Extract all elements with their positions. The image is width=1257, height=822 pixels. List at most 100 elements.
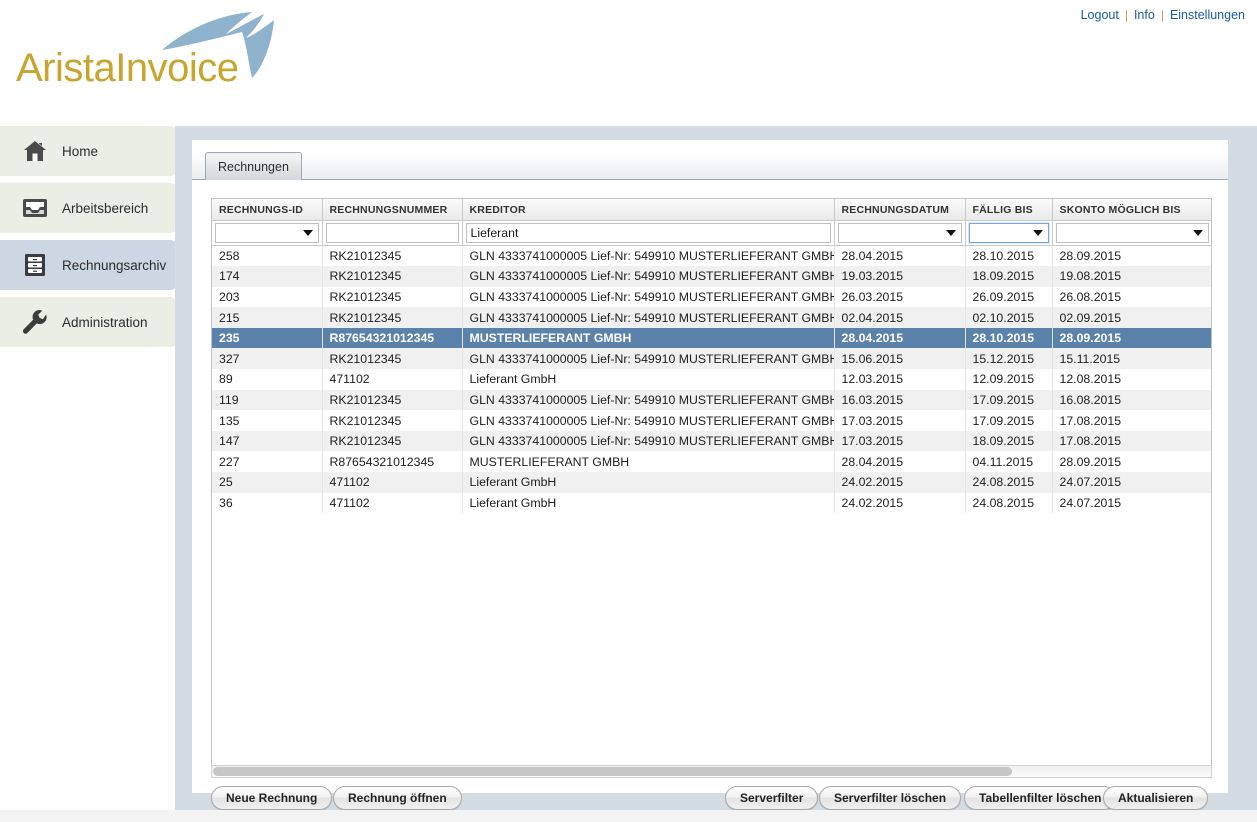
tab-bar: Rechnungen bbox=[192, 152, 1228, 180]
cell-id: 36 bbox=[212, 493, 322, 514]
button-serverfilter[interactable]: Serverfilter bbox=[725, 786, 818, 810]
column-header-label: FÄLLIG BIS bbox=[973, 204, 1033, 216]
info-link[interactable]: Info bbox=[1134, 8, 1155, 22]
inbox-tray-icon bbox=[22, 195, 48, 221]
invoice-table: RECHNUNGS-IDRECHNUNGSNUMMERKREDITORRECHN… bbox=[212, 199, 1212, 513]
cell-number: R87654321012345 bbox=[322, 451, 462, 472]
logout-link[interactable]: Logout bbox=[1081, 8, 1119, 22]
table-row[interactable]: 258RK21012345GLN 4333741000005 Lief-Nr: … bbox=[212, 246, 1212, 267]
sidebar-item-rechnungsarchiv[interactable]: Rechnungsarchiv bbox=[0, 240, 178, 290]
filter-cell-skonto[interactable] bbox=[1052, 221, 1212, 246]
cell-skonto: 28.09.2015 bbox=[1052, 246, 1212, 267]
cell-due: 18.09.2015 bbox=[965, 431, 1052, 452]
table-filter-row[interactable]: Lieferant bbox=[212, 221, 1212, 246]
horizontal-scrollbar[interactable] bbox=[211, 765, 1212, 778]
sidebar-navigation: Home Arbeitsbereich Rechnungsarchiv Adminis… bbox=[0, 126, 178, 354]
table-row[interactable]: 119RK21012345GLN 4333741000005 Lief-Nr: … bbox=[212, 390, 1212, 411]
invoice-grid[interactable]: RECHNUNGS-IDRECHNUNGSNUMMERKREDITORRECHN… bbox=[211, 198, 1212, 776]
cell-skonto: 02.09.2015 bbox=[1052, 307, 1212, 328]
cell-date: 17.03.2015 bbox=[834, 431, 965, 452]
cell-creditor: Lieferant GmbH bbox=[462, 493, 834, 514]
cell-number: RK21012345 bbox=[322, 390, 462, 411]
nav-separator-2: | bbox=[1161, 8, 1164, 22]
table-row[interactable]: 327RK21012345GLN 4333741000005 Lief-Nr: … bbox=[212, 348, 1212, 369]
cell-date: 02.04.2015 bbox=[834, 307, 965, 328]
cell-creditor: Lieferant GmbH bbox=[462, 472, 834, 493]
table-row[interactable]: 25471102Lieferant GmbH24.02.201524.08.20… bbox=[212, 472, 1212, 493]
home-icon bbox=[22, 138, 48, 164]
cell-skonto: 16.08.2015 bbox=[1052, 390, 1212, 411]
cell-number: 471102 bbox=[322, 472, 462, 493]
top-navigation: Logout | Info | Einstellungen bbox=[1081, 8, 1245, 22]
cell-creditor: GLN 4333741000005 Lief-Nr: 549910 MUSTER… bbox=[462, 287, 834, 308]
cell-date: 12.03.2015 bbox=[834, 369, 965, 390]
filter-input-due[interactable] bbox=[969, 223, 1049, 243]
column-header-id[interactable]: RECHNUNGS-ID bbox=[212, 199, 322, 221]
sidebar-item-home[interactable]: Home bbox=[0, 126, 178, 176]
cell-creditor: GLN 4333741000005 Lief-Nr: 549910 MUSTER… bbox=[462, 266, 834, 287]
filter-cell-number[interactable] bbox=[322, 221, 462, 246]
button-tabellenfilter-löschen[interactable]: Tabellenfilter löschen bbox=[964, 786, 1116, 810]
cell-number: RK21012345 bbox=[322, 287, 462, 308]
cell-id: 203 bbox=[212, 287, 322, 308]
cell-skonto: 19.08.2015 bbox=[1052, 266, 1212, 287]
filter-input-number[interactable] bbox=[326, 223, 459, 243]
table-row[interactable]: 135RK21012345GLN 4333741000005 Lief-Nr: … bbox=[212, 410, 1212, 431]
cell-number: 471102 bbox=[322, 493, 462, 514]
table-row[interactable]: 215RK21012345GLN 4333741000005 Lief-Nr: … bbox=[212, 307, 1212, 328]
button-neue-rechnung[interactable]: Neue Rechnung bbox=[211, 786, 332, 810]
filter-input-id[interactable] bbox=[215, 223, 319, 243]
table-row[interactable]: 203RK21012345GLN 4333741000005 Lief-Nr: … bbox=[212, 287, 1212, 308]
cell-skonto: 24.07.2015 bbox=[1052, 493, 1212, 514]
chevron-down-icon[interactable] bbox=[943, 224, 959, 242]
filter-input-creditor[interactable]: Lieferant bbox=[466, 223, 831, 243]
cell-id: 215 bbox=[212, 307, 322, 328]
cell-id: 135 bbox=[212, 410, 322, 431]
filter-input-skonto[interactable] bbox=[1056, 223, 1209, 243]
filter-input-date[interactable] bbox=[838, 223, 962, 243]
cell-date: 28.04.2015 bbox=[834, 246, 965, 267]
column-header-number[interactable]: RECHNUNGSNUMMER bbox=[322, 199, 462, 221]
cell-id: 89 bbox=[212, 369, 322, 390]
brand-logo: AristaInvoice bbox=[12, 6, 282, 102]
cell-date: 15.06.2015 bbox=[834, 348, 965, 369]
table-body: 258RK21012345GLN 4333741000005 Lief-Nr: … bbox=[212, 246, 1212, 514]
cell-id: 174 bbox=[212, 266, 322, 287]
cell-id: 25 bbox=[212, 472, 322, 493]
filter-cell-id[interactable] bbox=[212, 221, 322, 246]
cell-skonto: 17.08.2015 bbox=[1052, 431, 1212, 452]
column-header-creditor[interactable]: KREDITOR bbox=[462, 199, 834, 221]
button-aktualisieren[interactable]: Aktualisieren bbox=[1103, 786, 1208, 810]
cell-due: 24.08.2015 bbox=[965, 493, 1052, 514]
filter-cell-date[interactable] bbox=[834, 221, 965, 246]
column-header-due[interactable]: FÄLLIG BIS bbox=[965, 199, 1052, 221]
column-header-date[interactable]: RECHNUNGSDATUM bbox=[834, 199, 965, 221]
filter-cell-due[interactable] bbox=[965, 221, 1052, 246]
settings-link[interactable]: Einstellungen bbox=[1170, 8, 1245, 22]
cell-number: RK21012345 bbox=[322, 246, 462, 267]
table-row[interactable]: 147RK21012345GLN 4333741000005 Lief-Nr: … bbox=[212, 431, 1212, 452]
button-serverfilter-löschen[interactable]: Serverfilter löschen bbox=[819, 786, 961, 810]
cell-creditor: Lieferant GmbH bbox=[462, 369, 834, 390]
scrollbar-thumb[interactable] bbox=[213, 767, 1012, 776]
table-row[interactable]: 174RK21012345GLN 4333741000005 Lief-Nr: … bbox=[212, 266, 1212, 287]
sidebar-item-administration[interactable]: Administration bbox=[0, 297, 178, 347]
cell-skonto: 28.09.2015 bbox=[1052, 451, 1212, 472]
button-rechnung-öffnen[interactable]: Rechnung öffnen bbox=[333, 786, 462, 810]
cell-skonto: 12.08.2015 bbox=[1052, 369, 1212, 390]
chevron-down-icon[interactable] bbox=[1030, 224, 1046, 242]
sidebar-item-arbeitsbereich[interactable]: Arbeitsbereich bbox=[0, 183, 178, 233]
table-row[interactable]: 227R87654321012345MUSTERLIEFERANT GMBH28… bbox=[212, 451, 1212, 472]
table-row[interactable]: 235R87654321012345MUSTERLIEFERANT GMBH28… bbox=[212, 328, 1212, 349]
filter-cell-creditor[interactable]: Lieferant bbox=[462, 221, 834, 246]
table-row[interactable]: 89471102Lieferant GmbH12.03.201512.09.20… bbox=[212, 369, 1212, 390]
cell-creditor: GLN 4333741000005 Lief-Nr: 549910 MUSTER… bbox=[462, 348, 834, 369]
chevron-down-icon[interactable] bbox=[300, 224, 316, 242]
cell-due: 17.09.2015 bbox=[965, 410, 1052, 431]
table-row[interactable]: 36471102Lieferant GmbH24.02.201524.08.20… bbox=[212, 493, 1212, 514]
cell-creditor: GLN 4333741000005 Lief-Nr: 549910 MUSTER… bbox=[462, 246, 834, 267]
cell-due: 15.12.2015 bbox=[965, 348, 1052, 369]
column-header-skonto[interactable]: SKONTO MÖGLICH BIS bbox=[1052, 199, 1212, 221]
chevron-down-icon[interactable] bbox=[1190, 224, 1206, 242]
tab-rechnungen[interactable]: Rechnungen bbox=[205, 152, 302, 180]
